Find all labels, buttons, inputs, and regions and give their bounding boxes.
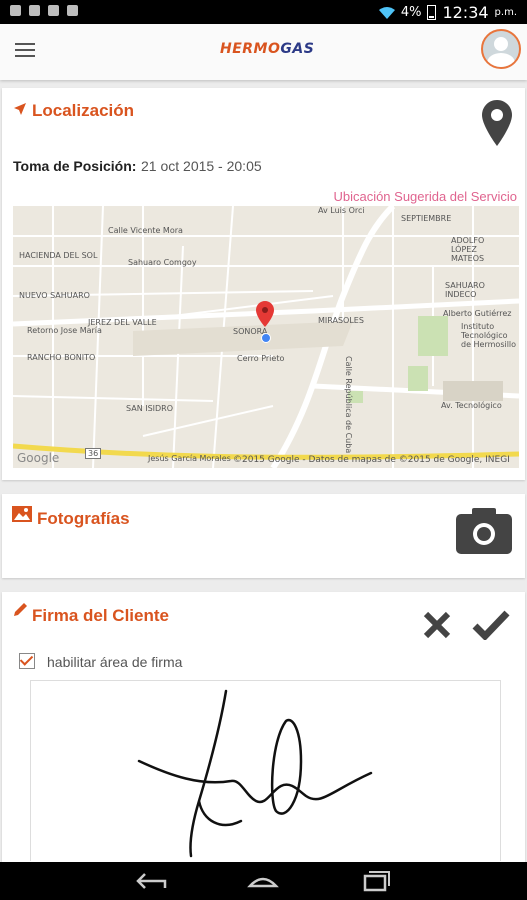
- map-label: ADOLFO LÓPEZ MATEOS: [451, 236, 485, 263]
- map-label: Av Luis Orci: [318, 206, 365, 215]
- map-label: Calle República de Cuba: [344, 356, 353, 454]
- app-bar: HERMOGAS: [0, 24, 527, 80]
- map-label: NUEVO SAHUARO: [19, 291, 90, 300]
- battery-percent: 4%: [400, 5, 422, 20]
- map-marker-icon[interactable]: [256, 301, 274, 331]
- enable-signature-label: habilitar área de firma: [47, 654, 183, 670]
- signature-card: Firma del Cliente habilitar área de firm…: [2, 592, 525, 862]
- location-card: Localización Toma de Posición: 21 oct 20…: [2, 88, 525, 480]
- signature-stroke: [137, 689, 373, 858]
- map-label: Av. Tecnológico: [441, 401, 502, 410]
- battery-icon: [427, 5, 437, 20]
- google-logo: Google: [17, 451, 60, 465]
- game-icon: [48, 5, 59, 16]
- status-bar: 4% 12:34 p.m.: [0, 0, 527, 24]
- map-label: Retorno Jose María: [27, 326, 102, 335]
- avatar[interactable]: [481, 29, 521, 69]
- current-location-dot: [261, 333, 271, 343]
- position-value: 21 oct 2015 - 20:05: [141, 158, 262, 174]
- notification-icon: [10, 5, 21, 16]
- location-title: Localización: [32, 101, 135, 120]
- home-icon[interactable]: [246, 868, 280, 894]
- map-label: Cerro Prieto: [237, 354, 285, 363]
- map-label: RANCHO BONITO: [27, 353, 96, 362]
- photos-title: Fotografías: [37, 509, 130, 528]
- notification-icons: [10, 5, 78, 16]
- accept-signature-icon[interactable]: [472, 610, 510, 640]
- image-icon: [12, 506, 32, 522]
- camera-icon[interactable]: [456, 506, 512, 554]
- recent-apps-icon[interactable]: [358, 868, 392, 894]
- navigation-arrow-icon: [14, 103, 26, 115]
- clock-ampm: p.m.: [494, 7, 517, 18]
- suggested-location-link[interactable]: Ubicación Sugerida del Servicio: [333, 189, 517, 204]
- back-icon[interactable]: [135, 868, 169, 894]
- wifi-icon: [378, 6, 395, 19]
- app-logo: HERMOGAS: [220, 41, 315, 57]
- facebook-icon: [29, 5, 40, 16]
- position-label: Toma de Posición:: [13, 158, 137, 174]
- pencil-icon: [14, 603, 27, 616]
- map-label: Calle Vicente Mora: [108, 226, 183, 235]
- signature-pad[interactable]: [30, 680, 501, 861]
- map-label: HACIENDA DEL SOL: [19, 251, 98, 260]
- map-label: SEPTIEMBRE: [401, 214, 452, 223]
- signature-title: Firma del Cliente: [32, 606, 169, 625]
- menu-icon[interactable]: [15, 43, 35, 59]
- map-label: SAN ISIDRO: [126, 404, 174, 413]
- route-shield: 36: [85, 448, 102, 459]
- map-label: Sahuaro Comgoy: [128, 258, 197, 267]
- map-label: Alberto Gutiérrez: [443, 309, 512, 318]
- system-nav-bar: [0, 862, 527, 900]
- clear-signature-icon[interactable]: [422, 610, 452, 640]
- sync-icon: [67, 5, 78, 16]
- photos-card: Fotografías: [2, 494, 525, 578]
- map-label: Instituto Tecnológico de Hermosillo: [461, 322, 517, 349]
- clock: 12:34: [442, 3, 489, 22]
- enable-signature-checkbox[interactable]: [19, 653, 35, 669]
- map-label: MIRASOLES: [318, 316, 364, 325]
- map-label: SAHUARO INDECO: [445, 281, 485, 299]
- map-label: Jesús García Morales: [148, 454, 231, 463]
- map-attribution: ©2015 Google - Datos de mapas de ©2015 d…: [233, 455, 510, 465]
- map[interactable]: Av Luis Orci HACIENDA DEL SOL NUEVO SAHU…: [13, 206, 519, 468]
- location-pin-icon[interactable]: [482, 100, 512, 146]
